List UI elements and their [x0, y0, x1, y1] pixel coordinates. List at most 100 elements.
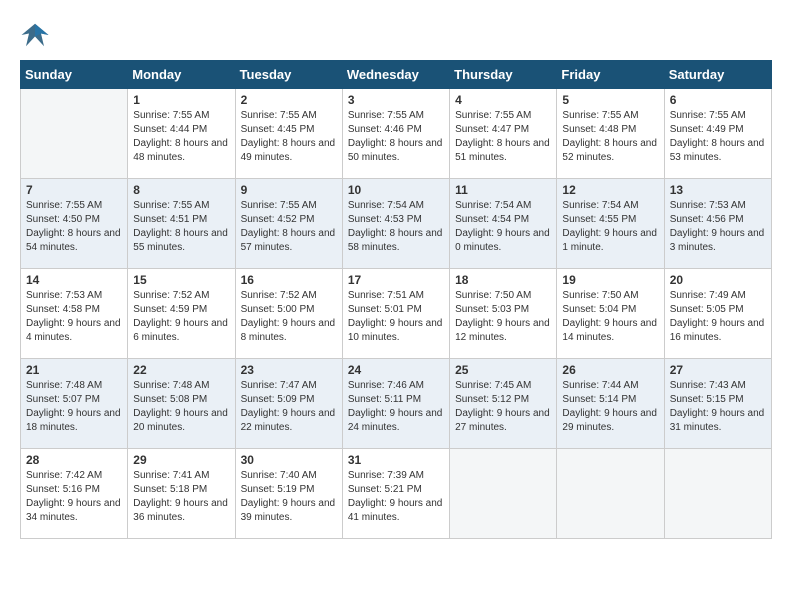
calendar-cell: 16Sunrise: 7:52 AMSunset: 5:00 PMDayligh… [235, 269, 342, 359]
day-number: 17 [348, 273, 444, 287]
calendar-cell: 22 Sunrise: 7:48 AMSunset: 5:08 PMDayligh… [128, 359, 235, 449]
day-info: Sunrise: 7:51 AMSunset: 5:01 PMDaylight:… [348, 289, 444, 345]
day-number: 18 [455, 273, 551, 287]
day-info: Sunrise: 7:50 AMSunset: 5:03 PMDaylight:… [455, 289, 551, 345]
calendar-table: SundayMondayTuesdayWednesdayThursdayFrid… [20, 60, 772, 539]
day-number: 26 [562, 363, 658, 377]
calendar-cell: 23 Sunrise: 7:47 AMSunset: 5:09 PMDayligh… [235, 359, 342, 449]
calendar-cell [21, 89, 128, 179]
day-info: Sunrise: 7:54 AMSunset: 4:55 PMDaylight:… [562, 199, 658, 255]
day-number: 6 [670, 93, 766, 107]
day-info: Sunrise: 7:55 AMSunset: 4:51 PMDaylight:… [133, 199, 229, 255]
calendar-cell: 30 Sunrise: 7:40 AMSunset: 5:19 PMDayligh… [235, 449, 342, 539]
day-info: Sunrise: 7:47 AMSunset: 5:09 PMDaylight:… [241, 379, 337, 435]
calendar-cell: 21Sunrise: 7:48 AMSunset: 5:07 PMDayligh… [21, 359, 128, 449]
day-info: Sunrise: 7:54 AMSunset: 4:54 PMDaylight:… [455, 199, 551, 255]
day-info: Sunrise: 7:55 AMSunset: 4:45 PMDaylight:… [241, 109, 337, 165]
day-info: Sunrise: 7:45 AMSunset: 5:12 PMDaylight:… [455, 379, 551, 435]
day-number: 22 [133, 363, 229, 377]
day-info: Sunrise: 7:49 AMSunset: 5:05 PMDaylight:… [670, 289, 766, 345]
calendar-cell: 24 Sunrise: 7:46 AMSunset: 5:11 PMDayligh… [342, 359, 449, 449]
day-number: 27 [670, 363, 766, 377]
day-info: Sunrise: 7:55 AMSunset: 4:50 PMDaylight:… [26, 199, 122, 255]
logo [20, 20, 54, 50]
day-number: 4 [455, 93, 551, 107]
logo-icon [20, 20, 50, 50]
day-info: Sunrise: 7:43 AMSunset: 5:15 PMDaylight:… [670, 379, 766, 435]
day-number: 30 [241, 453, 337, 467]
calendar-cell: 3 Sunrise: 7:55 AMSunset: 4:46 PMDaylight… [342, 89, 449, 179]
day-info: Sunrise: 7:48 AMSunset: 5:08 PMDaylight:… [133, 379, 229, 435]
day-info: Sunrise: 7:42 AMSunset: 5:16 PMDaylight:… [26, 469, 122, 525]
day-info: Sunrise: 7:55 AMSunset: 4:46 PMDaylight:… [348, 109, 444, 165]
calendar-cell: 5 Sunrise: 7:55 AMSunset: 4:48 PMDaylight… [557, 89, 664, 179]
calendar-cell: 13 Sunrise: 7:53 AMSunset: 4:56 PMDayligh… [664, 179, 771, 269]
calendar-week-row: 28 Sunrise: 7:42 AMSunset: 5:16 PMDayligh… [21, 449, 772, 539]
calendar-cell [664, 449, 771, 539]
day-info: Sunrise: 7:48 AMSunset: 5:07 PMDaylight:… [26, 379, 122, 435]
day-info: Sunrise: 7:54 AMSunset: 4:53 PMDaylight:… [348, 199, 444, 255]
calendar-cell [450, 449, 557, 539]
weekday-header-wednesday: Wednesday [342, 61, 449, 89]
calendar-week-row: 14Sunrise: 7:53 AMSunset: 4:58 PMDayligh… [21, 269, 772, 359]
calendar-cell: 2 Sunrise: 7:55 AMSunset: 4:45 PMDaylight… [235, 89, 342, 179]
calendar-cell: 7 Sunrise: 7:55 AMSunset: 4:50 PMDaylight… [21, 179, 128, 269]
calendar-cell: 27 Sunrise: 7:43 AMSunset: 5:15 PMDayligh… [664, 359, 771, 449]
day-number: 25 [455, 363, 551, 377]
day-info: Sunrise: 7:55 AMSunset: 4:49 PMDaylight:… [670, 109, 766, 165]
calendar-cell: 31Sunrise: 7:39 AMSunset: 5:21 PMDayligh… [342, 449, 449, 539]
calendar-cell: 19 Sunrise: 7:50 AMSunset: 5:04 PMDayligh… [557, 269, 664, 359]
calendar-cell: 18 Sunrise: 7:50 AMSunset: 5:03 PMDayligh… [450, 269, 557, 359]
calendar-cell: 1Sunrise: 7:55 AMSunset: 4:44 PMDaylight… [128, 89, 235, 179]
weekday-header-thursday: Thursday [450, 61, 557, 89]
calendar-cell: 12 Sunrise: 7:54 AMSunset: 4:55 PMDayligh… [557, 179, 664, 269]
calendar-week-row: 7 Sunrise: 7:55 AMSunset: 4:50 PMDaylight… [21, 179, 772, 269]
calendar-week-row: 21Sunrise: 7:48 AMSunset: 5:07 PMDayligh… [21, 359, 772, 449]
day-info: Sunrise: 7:53 AMSunset: 4:56 PMDaylight:… [670, 199, 766, 255]
day-info: Sunrise: 7:55 AMSunset: 4:47 PMDaylight:… [455, 109, 551, 165]
day-number: 29 [133, 453, 229, 467]
weekday-header-sunday: Sunday [21, 61, 128, 89]
weekday-header-friday: Friday [557, 61, 664, 89]
day-number: 19 [562, 273, 658, 287]
calendar-cell: 10 Sunrise: 7:54 AMSunset: 4:53 PMDayligh… [342, 179, 449, 269]
day-info: Sunrise: 7:44 AMSunset: 5:14 PMDaylight:… [562, 379, 658, 435]
day-info: Sunrise: 7:41 AMSunset: 5:18 PMDaylight:… [133, 469, 229, 525]
calendar-cell: 15Sunrise: 7:52 AMSunset: 4:59 PMDayligh… [128, 269, 235, 359]
calendar-cell: 17 Sunrise: 7:51 AMSunset: 5:01 PMDayligh… [342, 269, 449, 359]
day-info: Sunrise: 7:39 AMSunset: 5:21 PMDaylight:… [348, 469, 444, 525]
weekday-header-row: SundayMondayTuesdayWednesdayThursdayFrid… [21, 61, 772, 89]
day-number: 10 [348, 183, 444, 197]
calendar-cell: 8Sunrise: 7:55 AMSunset: 4:51 PMDaylight… [128, 179, 235, 269]
day-info: Sunrise: 7:55 AMSunset: 4:48 PMDaylight:… [562, 109, 658, 165]
calendar-cell: 29 Sunrise: 7:41 AMSunset: 5:18 PMDayligh… [128, 449, 235, 539]
day-number: 15 [133, 273, 229, 287]
day-number: 12 [562, 183, 658, 197]
calendar-cell [557, 449, 664, 539]
day-number: 5 [562, 93, 658, 107]
calendar-cell: 9 Sunrise: 7:55 AMSunset: 4:52 PMDaylight… [235, 179, 342, 269]
day-info: Sunrise: 7:46 AMSunset: 5:11 PMDaylight:… [348, 379, 444, 435]
day-info: Sunrise: 7:55 AMSunset: 4:52 PMDaylight:… [241, 199, 337, 255]
weekday-header-saturday: Saturday [664, 61, 771, 89]
day-number: 2 [241, 93, 337, 107]
day-number: 24 [348, 363, 444, 377]
day-info: Sunrise: 7:50 AMSunset: 5:04 PMDaylight:… [562, 289, 658, 345]
day-number: 3 [348, 93, 444, 107]
day-number: 23 [241, 363, 337, 377]
day-number: 20 [670, 273, 766, 287]
page-header [20, 20, 772, 50]
calendar-cell: 20 Sunrise: 7:49 AMSunset: 5:05 PMDayligh… [664, 269, 771, 359]
calendar-cell: 28 Sunrise: 7:42 AMSunset: 5:16 PMDayligh… [21, 449, 128, 539]
day-info: Sunrise: 7:40 AMSunset: 5:19 PMDaylight:… [241, 469, 337, 525]
day-number: 11 [455, 183, 551, 197]
day-number: 7 [26, 183, 122, 197]
calendar-week-row: 1Sunrise: 7:55 AMSunset: 4:44 PMDaylight… [21, 89, 772, 179]
calendar-cell: 14Sunrise: 7:53 AMSunset: 4:58 PMDayligh… [21, 269, 128, 359]
calendar-cell: 4 Sunrise: 7:55 AMSunset: 4:47 PMDaylight… [450, 89, 557, 179]
day-number: 13 [670, 183, 766, 197]
day-number: 9 [241, 183, 337, 197]
calendar-cell: 11 Sunrise: 7:54 AMSunset: 4:54 PMDayligh… [450, 179, 557, 269]
day-number: 28 [26, 453, 122, 467]
calendar-cell: 25 Sunrise: 7:45 AMSunset: 5:12 PMDayligh… [450, 359, 557, 449]
